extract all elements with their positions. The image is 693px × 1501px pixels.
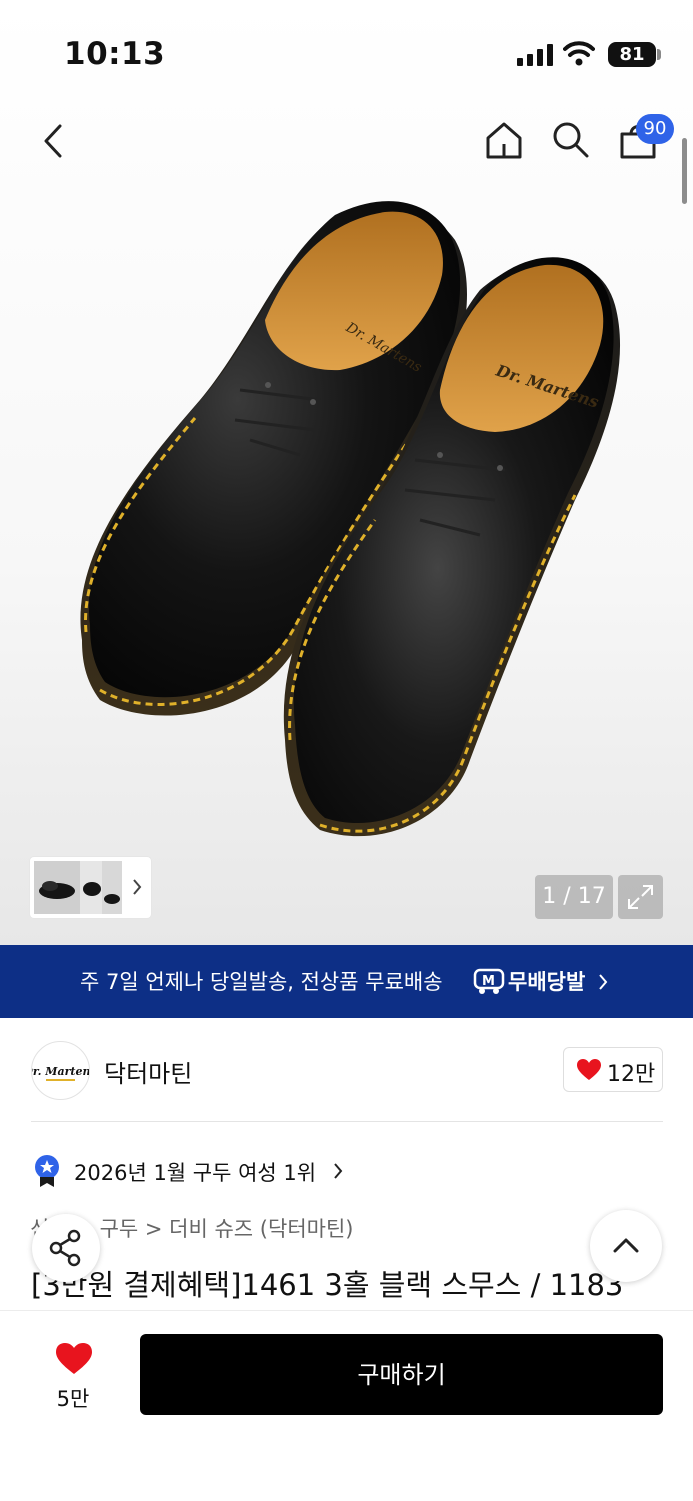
divider xyxy=(31,1121,663,1122)
scroll-to-top-button[interactable] xyxy=(590,1210,662,1282)
brand-logo[interactable]: Dr. Martens xyxy=(22,1041,97,1100)
scrollbar[interactable] xyxy=(682,138,687,204)
delivery-truck-icon: M xyxy=(473,968,505,994)
status-time: 10:13 xyxy=(64,36,166,72)
chevron-right-icon[interactable] xyxy=(332,1161,344,1181)
promo-banner-text: 주 7일 언제나 당일발송, 전상품 무료배송 xyxy=(80,970,443,994)
back-arrow-icon[interactable] xyxy=(38,122,68,160)
promo-banner[interactable]: 주 7일 언제나 당일발송, 전상품 무료배송 M 무배당발 xyxy=(0,945,693,1018)
promo-logo-text: 무배당발 xyxy=(508,970,586,994)
thumbnail-3[interactable] xyxy=(102,861,122,914)
wishlist-count: 5만 xyxy=(56,1387,90,1411)
brand-like-count: 12만 xyxy=(607,1062,656,1087)
product-title: [3만원 결제혜택]1461 3홀 블랙 스무스 / 1183 xyxy=(31,1268,624,1302)
ranking-text[interactable]: 2026년 1월 구두 여성 1위 xyxy=(74,1157,316,1187)
brand-name[interactable]: 닥터마틴 xyxy=(104,1054,192,1089)
share-icon xyxy=(49,1229,81,1267)
thumbnail-1[interactable] xyxy=(34,861,80,914)
wishlist-heart-icon[interactable] xyxy=(55,1342,93,1376)
share-button[interactable] xyxy=(32,1214,100,1282)
thumbnail-2[interactable] xyxy=(80,861,102,914)
cellular-signal-icon xyxy=(517,44,553,66)
cart-count-badge: 90 xyxy=(636,114,674,144)
wifi-icon xyxy=(563,41,595,66)
battery-tip xyxy=(657,49,661,60)
heart-icon xyxy=(577,1059,601,1080)
expand-button[interactable] xyxy=(618,875,663,919)
image-page-counter: 1 / 17 xyxy=(535,875,613,919)
svg-text:M: M xyxy=(482,974,495,989)
chevron-right-icon xyxy=(599,974,608,990)
ranking-badge-icon xyxy=(35,1155,59,1187)
search-icon[interactable] xyxy=(551,120,591,160)
brand-like-button[interactable]: 12만 xyxy=(563,1047,663,1092)
battery-indicator: 81 xyxy=(608,42,656,67)
svg-text:Dr. Martens: Dr. Martens xyxy=(32,1065,89,1078)
home-icon[interactable] xyxy=(484,120,524,160)
bottom-action-bar: 5만 구매하기 xyxy=(0,1310,693,1501)
expand-icon xyxy=(628,885,653,909)
chevron-up-icon xyxy=(613,1238,639,1253)
buy-button[interactable]: 구매하기 xyxy=(140,1334,663,1415)
chevron-right-icon[interactable] xyxy=(130,877,144,897)
thumbnail-strip[interactable] xyxy=(30,857,151,918)
